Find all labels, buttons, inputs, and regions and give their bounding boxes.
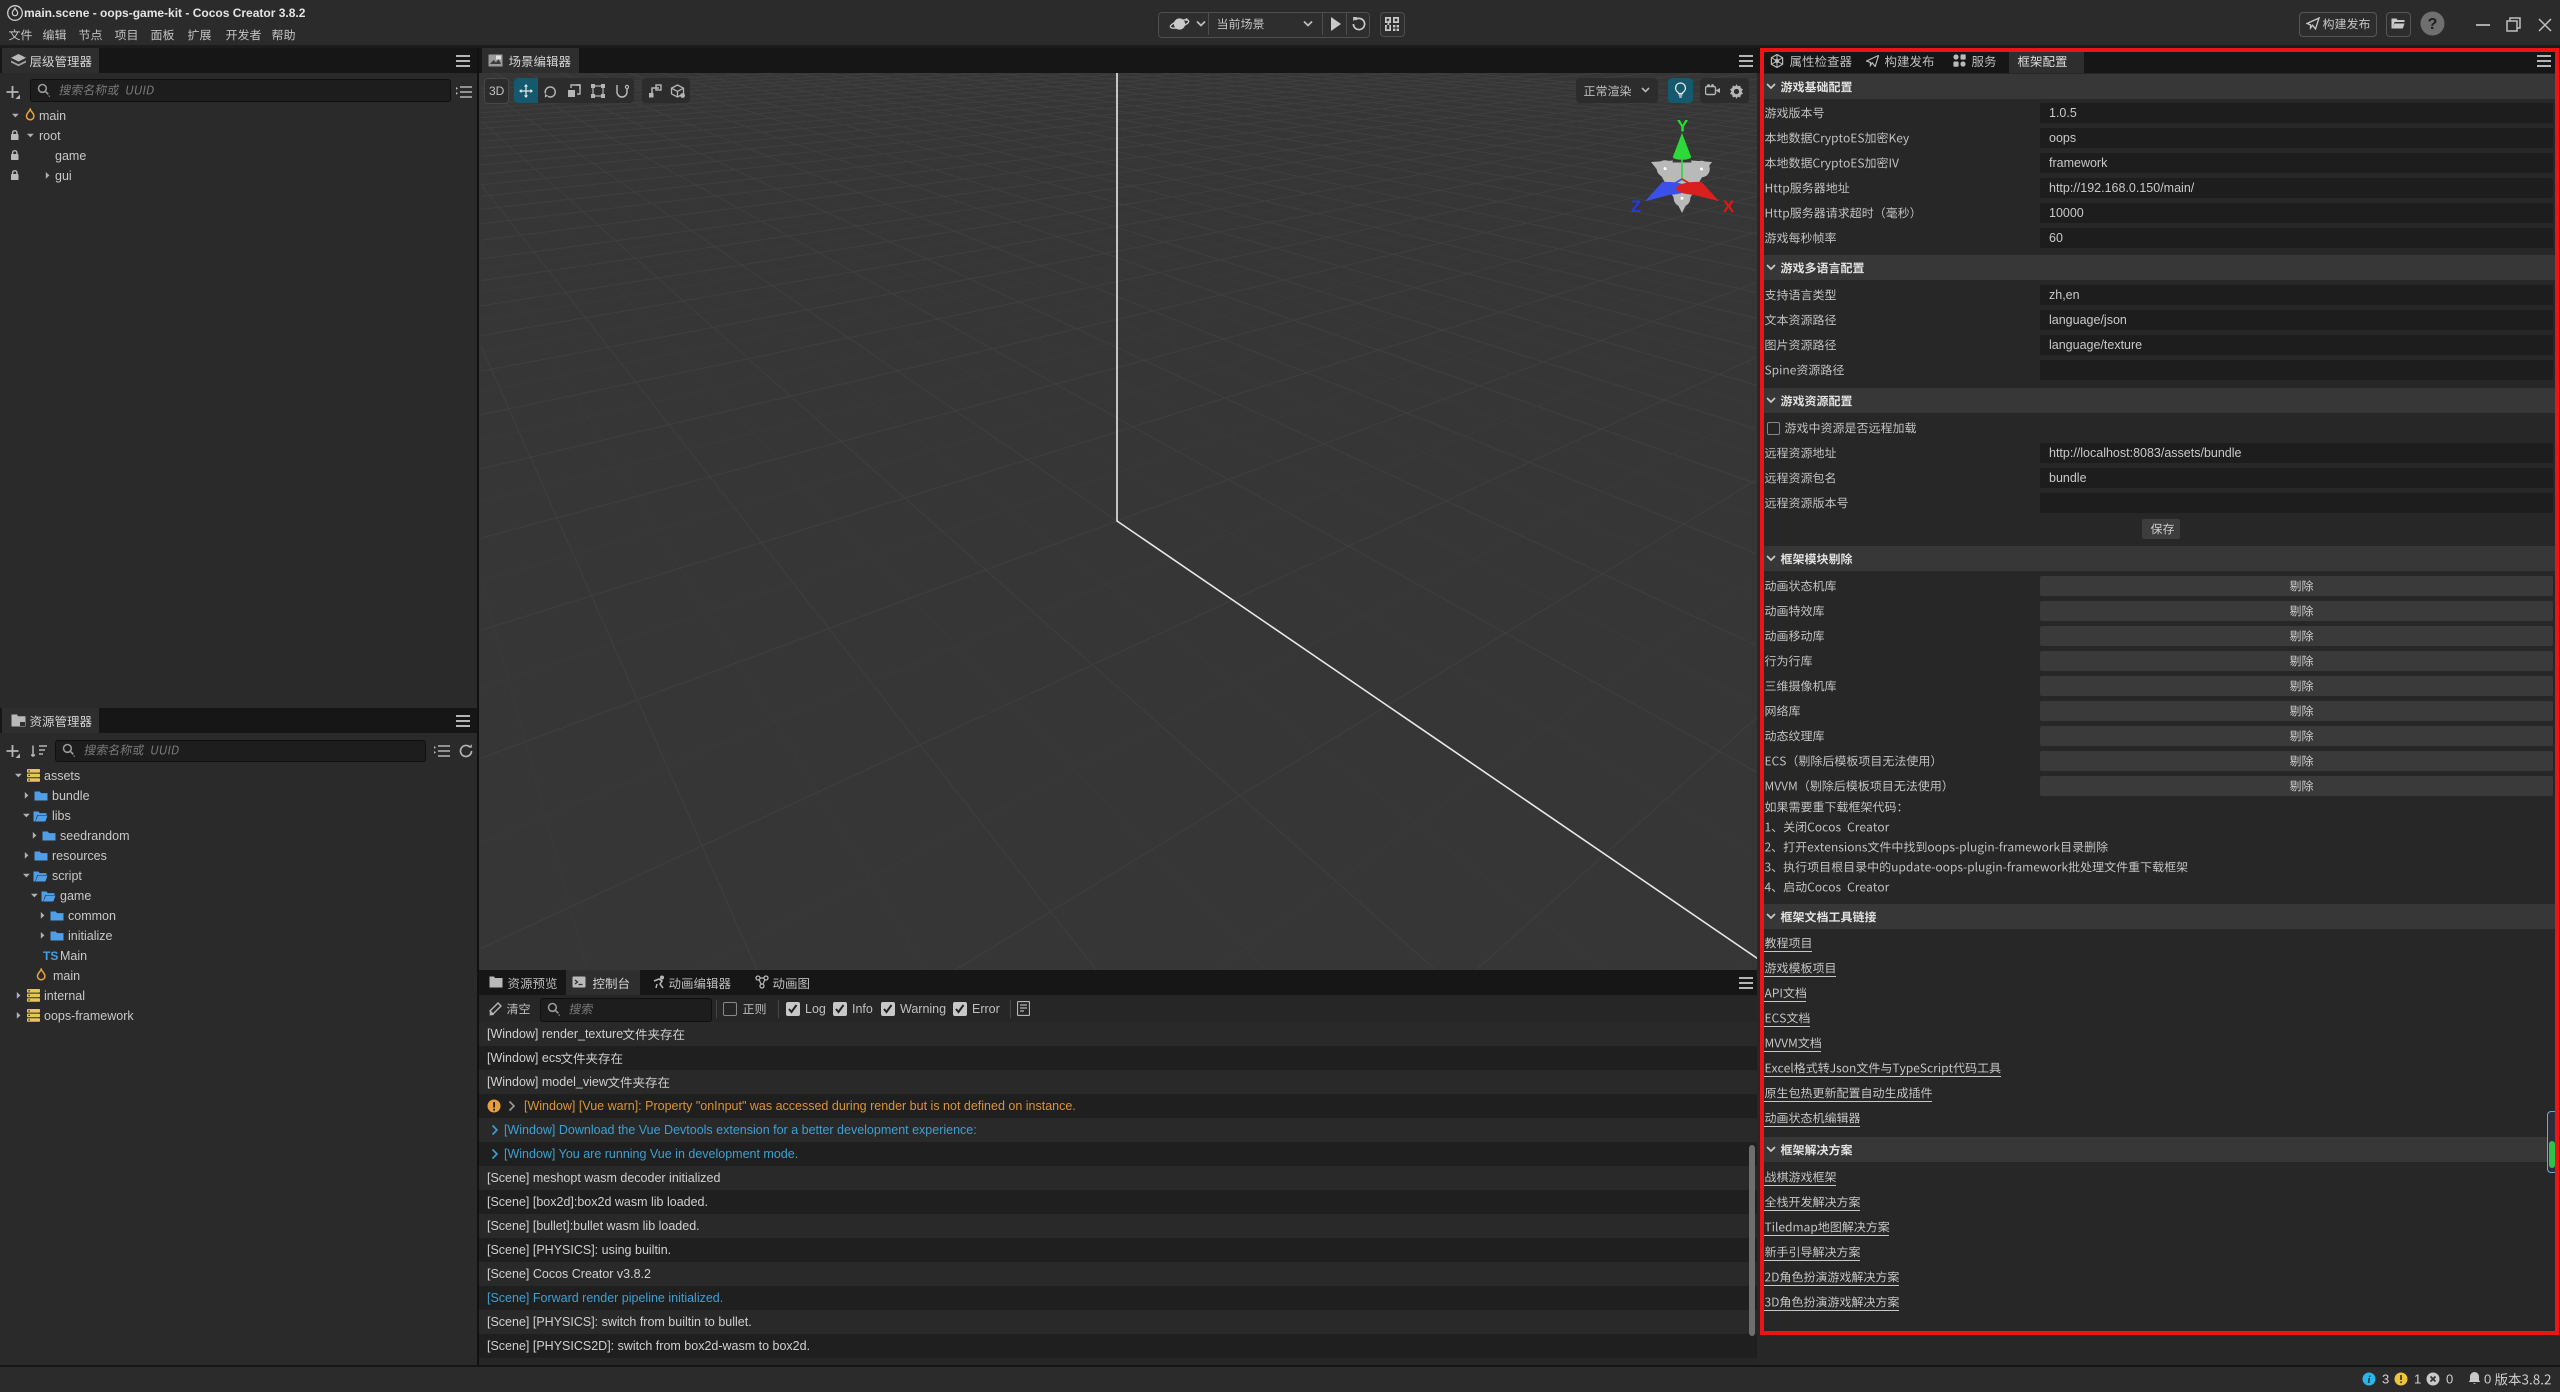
svg-text:Y: Y (1677, 116, 1689, 135)
svg-text:?: ? (2428, 16, 2438, 33)
svg-text:Z: Z (1631, 197, 1641, 216)
svg-text:X: X (1723, 197, 1735, 216)
